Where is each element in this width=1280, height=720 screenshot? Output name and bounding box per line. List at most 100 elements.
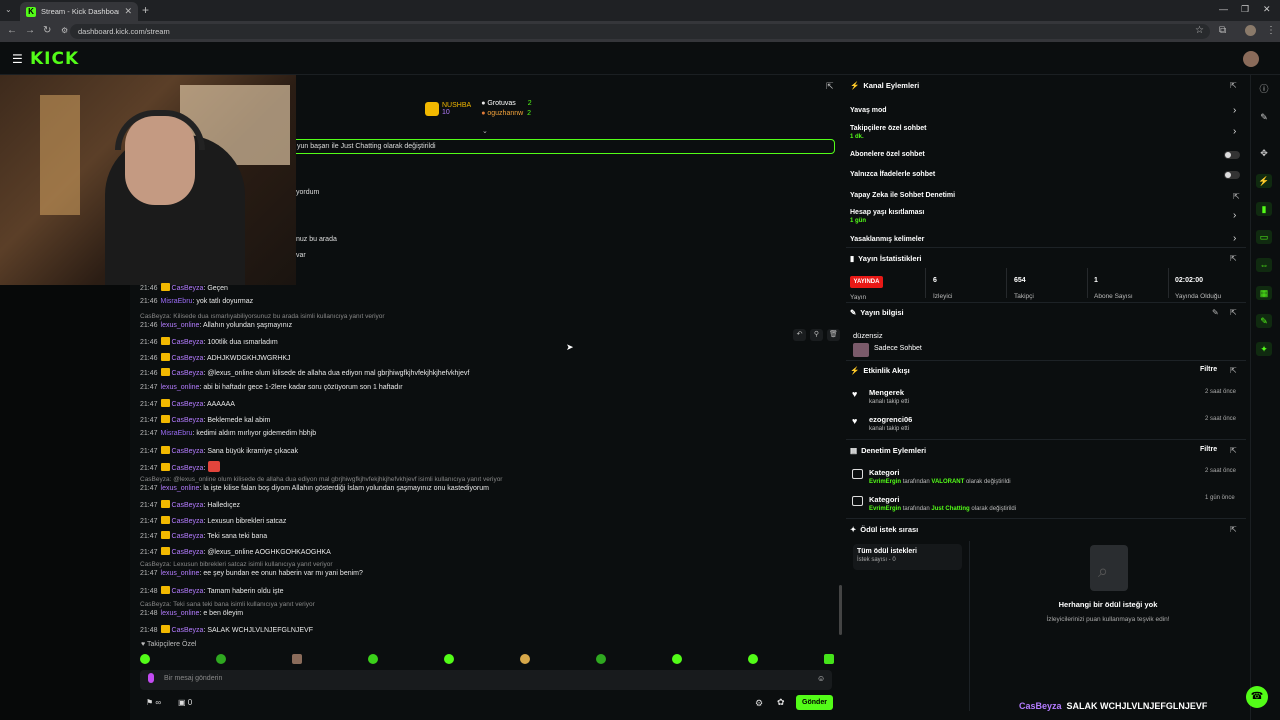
chevron-right-icon[interactable]: › xyxy=(1233,126,1236,137)
message-username[interactable]: CasBeyza xyxy=(172,549,204,556)
emote-icon[interactable] xyxy=(292,654,302,664)
tab-list-icon[interactable]: ⌄ xyxy=(5,5,12,14)
all-rewards-tab[interactable]: Tüm ödül istekleri İstek sayısı - 0 xyxy=(853,544,962,570)
message-username[interactable]: CasBeyza xyxy=(172,448,204,455)
emote-icon[interactable] xyxy=(444,654,454,664)
chat-message[interactable]: 21:47 CasBeyza: Teki sana teki bana xyxy=(140,531,267,540)
chat-message[interactable]: 21:47 lexus_online: la işte kilise falan … xyxy=(140,485,489,492)
user-avatar[interactable] xyxy=(1243,51,1259,67)
chevron-right-icon[interactable]: › xyxy=(1233,105,1236,116)
message-username[interactable]: lexus_online xyxy=(161,322,200,329)
close-window-icon[interactable]: ✕ xyxy=(1263,4,1271,15)
help-fab-icon[interactable]: ☎ xyxy=(1246,686,1268,708)
emote-icon[interactable] xyxy=(520,654,530,664)
url-field[interactable]: dashboard.kick.com/stream xyxy=(70,24,1210,39)
slow-mode-label[interactable]: Yavaş mod xyxy=(850,107,887,114)
minimize-icon[interactable]: — xyxy=(1219,4,1228,14)
moderation-filter-button[interactable]: Filtre xyxy=(1200,446,1217,453)
link-icon[interactable]: ⇔ xyxy=(1256,258,1272,272)
emote-icon[interactable] xyxy=(824,654,834,664)
points-counter[interactable]: ▣ 0 xyxy=(178,698,192,707)
chat-message[interactable]: 21:46 CasBeyza: 100tlik dua ısmarladım xyxy=(140,337,278,346)
message-username[interactable]: CasBeyza xyxy=(172,339,204,346)
popout-icon[interactable]: ⇱ xyxy=(1230,366,1237,375)
forward-icon[interactable]: → xyxy=(25,25,35,36)
chat-message[interactable]: 21:46 lexus_online: Allahın yolundan şaşm… xyxy=(140,322,292,329)
message-username[interactable]: MisraEbru xyxy=(161,430,193,437)
grid-icon[interactable]: ▦ xyxy=(1256,286,1272,300)
chat-message[interactable]: 21:47 CasBeyza: Sana büyük ikramiye çıkac… xyxy=(140,446,298,455)
popout-icon[interactable]: ⇱ xyxy=(826,81,834,92)
activity-user[interactable]: ezogrenci06 xyxy=(869,415,912,424)
followers-only-chat-label[interactable]: Takipçilere özel sohbet xyxy=(850,125,927,132)
message-username[interactable]: CasBeyza xyxy=(172,401,204,408)
chat-message[interactable]: 21:48 CasBeyza: SALAK WCHJLVLNJEFGLNJEVF xyxy=(140,625,313,634)
popout-icon[interactable]: ⇱ xyxy=(1230,254,1237,263)
popout-icon[interactable]: ⇱ xyxy=(1230,308,1237,317)
bolt-icon[interactable]: ⚡ xyxy=(1256,174,1272,188)
pinned-message[interactable]: yun başarı ile Just Chatting olarak deği… xyxy=(292,139,835,154)
bookmark-star-icon[interactable]: ☆ xyxy=(1195,25,1204,36)
chat-message[interactable]: 21:47 CasBeyza: xyxy=(140,461,221,472)
message-username[interactable]: lexus_online xyxy=(161,610,200,617)
new-tab-icon[interactable]: + xyxy=(142,3,149,17)
collapse-chevron-icon[interactable]: ⌄ xyxy=(482,127,488,135)
message-username[interactable]: CasBeyza xyxy=(172,417,204,424)
popout-icon[interactable]: ⇱ xyxy=(1230,525,1237,534)
chevron-right-icon[interactable]: › xyxy=(1233,233,1236,244)
popout-icon[interactable]: ⇱ xyxy=(1230,81,1237,90)
emote-only-toggle[interactable] xyxy=(1224,171,1240,179)
chat-message[interactable]: 21:46 CasBeyza: @lexus_online olum kilise… xyxy=(140,368,469,377)
account-age-label[interactable]: Hesap yaşı kısıtlaması xyxy=(850,209,924,216)
chat-settings-icon[interactable]: ⚙ xyxy=(755,698,763,709)
chat-message[interactable]: 21:47 CasBeyza: Lexusun bibrekleri satcaz xyxy=(140,516,286,525)
subscribers-only-toggle[interactable] xyxy=(1224,151,1240,159)
message-username[interactable]: CasBeyza xyxy=(172,502,204,509)
emote-icon[interactable] xyxy=(368,654,378,664)
message-username[interactable]: CasBeyza xyxy=(172,355,204,362)
message-username[interactable]: CasBeyza xyxy=(172,370,204,377)
back-icon[interactable]: ← xyxy=(7,25,17,36)
reply-context[interactable]: CasBeyza: Kilisede dua ısmarlıyabiliyors… xyxy=(140,313,385,320)
browser-menu-icon[interactable]: ⋮ xyxy=(1266,25,1276,36)
chat-message[interactable]: 21:47 CasBeyza: Beklemede kal abim xyxy=(140,415,270,424)
emote-icon[interactable] xyxy=(216,654,226,664)
message-username[interactable]: MisraEbru xyxy=(161,298,193,305)
chat-message[interactable]: 21:47 MisraEbru: kedimi aldım mırlıyor gi… xyxy=(140,430,316,437)
message-username[interactable]: CasBeyza xyxy=(172,518,204,525)
chat-message[interactable]: 21:48 lexus_online: e ben öleyim xyxy=(140,610,243,617)
banned-words-label[interactable]: Yasaklanmış kelimeler xyxy=(850,236,924,243)
chat-message[interactable]: 21:46 CasBeyza: ADHJKWDGKHJWGRHKJ xyxy=(140,353,291,362)
delete-icon[interactable]: 🗑 xyxy=(827,329,840,341)
reply-icon[interactable]: ↶ xyxy=(793,329,806,341)
chat-message[interactable]: 21:46 MisraEbru: yok tatlı doyurmaz xyxy=(140,298,253,305)
chat-input[interactable]: Bir mesaj gönderin xyxy=(140,670,832,690)
chat-message[interactable]: 21:47 lexus_online: ee şey bundan ee onun… xyxy=(140,570,363,577)
chat-message[interactable]: 21:47 CasBeyza: Halledıçez xyxy=(140,500,240,509)
menu-icon[interactable]: ☰ xyxy=(12,52,23,66)
chat-message[interactable]: 21:47 lexus_online: abi bi haftadır gece … xyxy=(140,384,403,391)
chat-message[interactable]: 21:48 CasBeyza: Tamam haberin oldu işte xyxy=(140,586,283,595)
browser-tab[interactable]: K Stream - Kick Dashboard ✕ xyxy=(20,2,138,21)
microphone-icon[interactable] xyxy=(148,673,154,683)
chevron-right-icon[interactable]: › xyxy=(1233,210,1236,221)
edit-pencil-icon[interactable]: ✎ xyxy=(1212,308,1219,317)
pencil-icon[interactable]: ✎ xyxy=(1256,110,1272,124)
popout-icon[interactable]: ⇱ xyxy=(1230,446,1237,455)
message-username[interactable]: lexus_online xyxy=(161,570,200,577)
message-username[interactable]: CasBeyza xyxy=(172,627,204,634)
maximize-icon[interactable]: ❐ xyxy=(1241,4,1249,15)
chat-message[interactable]: 21:47 CasBeyza: @lexus_online AOGHKGOHKAO… xyxy=(140,547,331,556)
document-icon[interactable]: ▮ xyxy=(1256,202,1272,216)
message-username[interactable]: CasBeyza xyxy=(172,285,204,292)
external-link-icon[interactable]: ⇱ xyxy=(1233,192,1240,201)
message-username[interactable]: CasBeyza xyxy=(172,533,204,540)
reply-context[interactable]: CasBeyza: Teki sana teki bana isimli kul… xyxy=(140,601,315,608)
message-username[interactable]: CasBeyza xyxy=(172,588,204,595)
chat-message[interactable]: 21:46 CasBeyza: Geçen xyxy=(140,283,228,292)
wrench-icon[interactable]: ✎ xyxy=(1256,314,1272,328)
settings-icon[interactable]: ✥ xyxy=(1256,146,1272,160)
pin-icon[interactable]: ⚲ xyxy=(810,329,823,341)
emote-icon[interactable] xyxy=(672,654,682,664)
reply-context[interactable]: CasBeyza: Lexusun bibrekleri satcaz isim… xyxy=(140,561,333,568)
